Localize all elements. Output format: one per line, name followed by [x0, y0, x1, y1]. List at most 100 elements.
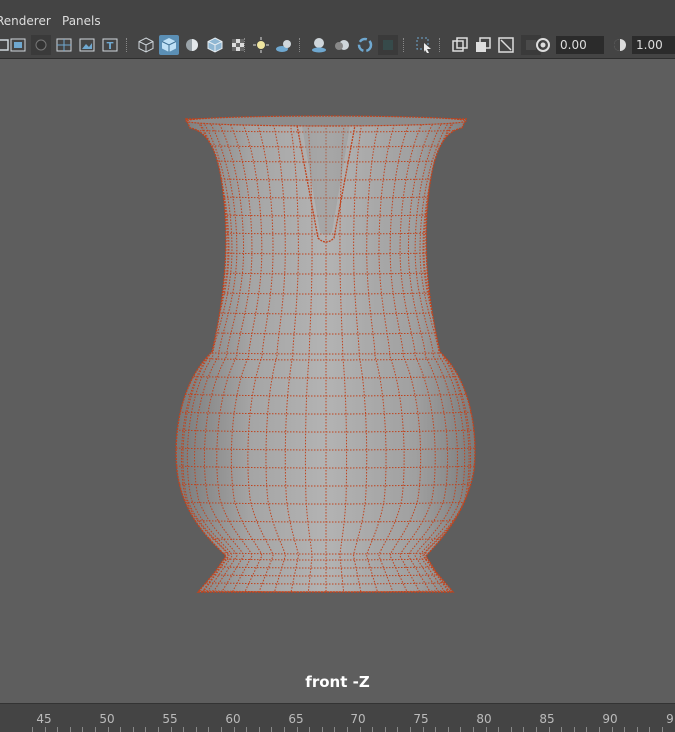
time-tick-label: 85	[539, 712, 555, 726]
time-tick-mark	[221, 727, 222, 732]
time-tick-label: 65	[288, 712, 304, 726]
time-tick-label: 45	[36, 712, 52, 726]
shadows-icon[interactable]	[274, 35, 294, 55]
menu-renderer[interactable]: Renderer	[0, 10, 51, 32]
time-tick-mark	[385, 727, 386, 732]
time-tick-mark	[397, 727, 398, 732]
vase-rim	[185, 115, 467, 127]
toolbar-separator	[439, 38, 442, 52]
menu-panels[interactable]: Panels	[62, 10, 101, 32]
depth-of-field-icon[interactable]	[378, 35, 398, 55]
time-tick-mark	[624, 727, 625, 732]
toolbar-separator	[126, 38, 129, 52]
gamma-field[interactable]: 1.00	[632, 36, 675, 54]
time-tick-mark	[549, 727, 550, 732]
image-plane-icon[interactable]	[77, 35, 97, 55]
use-default-material-icon[interactable]	[182, 35, 202, 55]
toolbar-separator	[299, 38, 302, 52]
time-tick-mark	[196, 727, 197, 732]
panel-menu-bar: Renderer Panels	[0, 10, 675, 32]
shaded-cube-icon[interactable]	[159, 35, 179, 55]
time-tick-mark	[536, 727, 537, 732]
time-tick-mark	[448, 727, 449, 732]
time-tick-mark	[662, 727, 663, 732]
time-tick-mark	[612, 727, 613, 732]
time-tick-mark	[460, 727, 461, 732]
time-tick-mark	[372, 727, 373, 732]
time-tick-mark	[171, 727, 172, 732]
exposure-icon[interactable]	[533, 35, 553, 55]
time-tick-mark	[322, 727, 323, 732]
time-tick-mark	[599, 727, 600, 732]
svg-text:T: T	[107, 41, 114, 52]
time-tick-mark	[45, 727, 46, 732]
time-tick-mark	[259, 727, 260, 732]
camera-label: front -Z	[305, 673, 370, 691]
time-tick-label: 70	[350, 712, 366, 726]
vase-model[interactable]	[0, 59, 675, 703]
time-tick-mark	[183, 727, 184, 732]
viewport-panel[interactable]: front -Z	[0, 59, 675, 703]
time-tick-mark	[347, 727, 348, 732]
time-tick-mark	[32, 727, 33, 732]
time-tick-mark	[145, 727, 146, 732]
time-tick-mark	[473, 727, 474, 732]
time-tick-mark	[561, 727, 562, 732]
time-tick-mark	[246, 727, 247, 732]
grid-icon[interactable]	[54, 35, 74, 55]
time-tick-mark	[511, 727, 512, 732]
time-tick-mark	[486, 727, 487, 732]
time-tick-mark	[649, 727, 650, 732]
time-tick-mark	[297, 727, 298, 732]
time-tick-mark	[95, 727, 96, 732]
time-tick-mark	[498, 727, 499, 732]
motion-blur-icon[interactable]	[332, 35, 352, 55]
time-tick-mark	[435, 727, 436, 732]
time-tick-label: 90	[602, 712, 618, 726]
time-tick-label: 55	[162, 712, 178, 726]
ambient-occlusion-icon[interactable]	[309, 35, 329, 55]
safe-frame-icon[interactable]	[496, 35, 516, 55]
time-tick-mark	[309, 727, 310, 732]
anti-alias-icon[interactable]	[355, 35, 375, 55]
time-tick-label: 60	[225, 712, 241, 726]
time-tick-mark	[57, 727, 58, 732]
time-tick-label: 80	[476, 712, 492, 726]
time-tick-mark	[360, 727, 361, 732]
select-camera-icon[interactable]	[414, 35, 434, 55]
time-tick-mark	[284, 727, 285, 732]
time-tick-mark	[586, 727, 587, 732]
isolate-select-icon[interactable]	[31, 35, 51, 55]
time-tick-label: 75	[413, 712, 429, 726]
time-tick-mark	[423, 727, 424, 732]
time-tick-mark	[82, 727, 83, 732]
time-tick-mark	[70, 727, 71, 732]
lights-icon[interactable]	[251, 35, 271, 55]
time-tick-mark	[574, 727, 575, 732]
time-tick-label: 50	[99, 712, 115, 726]
time-tick-mark	[158, 727, 159, 732]
time-slider[interactable]: 45 50 55 60 65 70 75 80 85 90 9	[0, 703, 675, 732]
time-tick-mark	[208, 727, 209, 732]
time-tick-mark	[108, 727, 109, 732]
time-tick-mark	[120, 727, 121, 732]
time-tick-mark	[334, 727, 335, 732]
time-tick-label: 9	[666, 712, 674, 726]
wireframe-shaded-icon[interactable]	[8, 35, 28, 55]
time-tick-mark	[234, 727, 235, 732]
time-tick-mark	[133, 727, 134, 732]
panel-toolbar: T 0.00 1.00	[0, 32, 675, 59]
wireframe-cube-icon[interactable]	[136, 35, 156, 55]
wireframe-on-shaded-icon[interactable]	[205, 35, 225, 55]
gamma-icon[interactable]	[610, 35, 630, 55]
time-tick-mark	[271, 727, 272, 732]
toolbar-separator	[244, 38, 247, 52]
text-icon[interactable]: T	[100, 35, 120, 55]
time-tick-mark	[637, 727, 638, 732]
time-tick-mark	[410, 727, 411, 732]
exposure-field[interactable]: 0.00	[556, 36, 604, 54]
time-tick-mark	[523, 727, 524, 732]
resolution-gate-icon[interactable]	[450, 35, 470, 55]
film-gate-icon[interactable]	[473, 35, 493, 55]
toolbar-separator	[403, 38, 406, 52]
